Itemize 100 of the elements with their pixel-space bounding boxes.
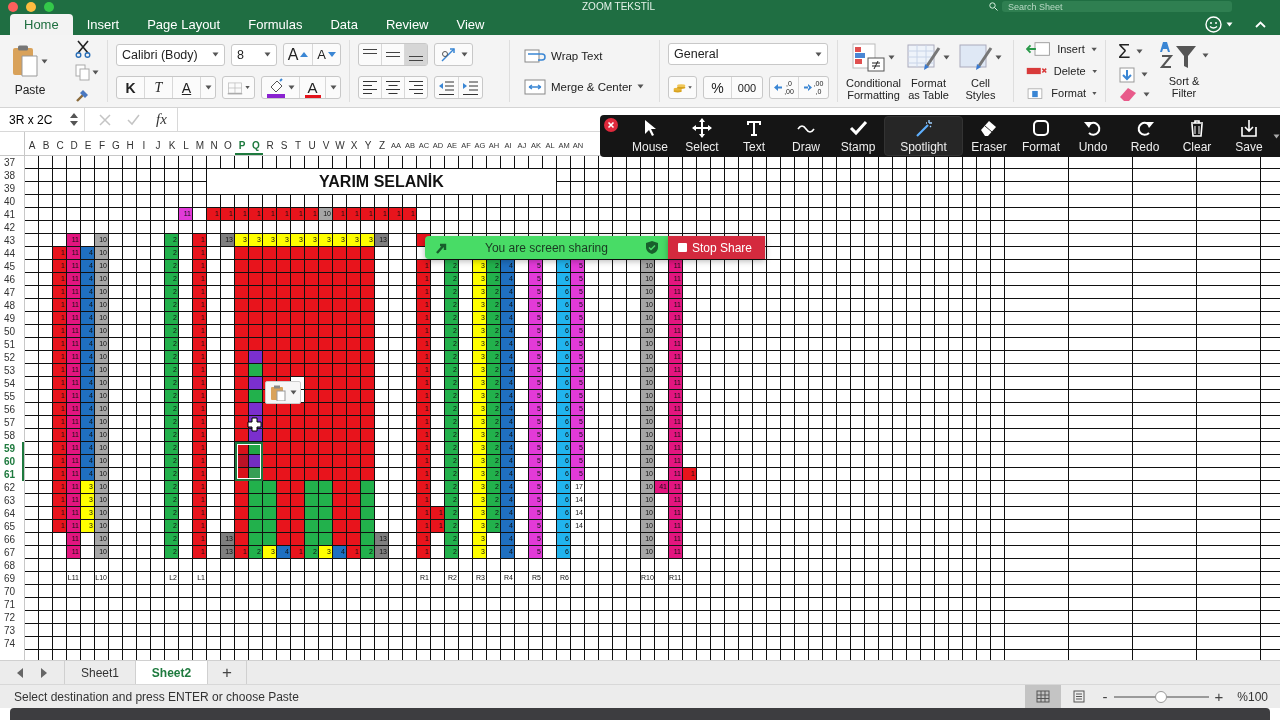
clear-button[interactable] xyxy=(1118,86,1150,102)
row-header[interactable]: 56 xyxy=(0,403,24,416)
scissors-icon[interactable] xyxy=(75,39,91,58)
column-header[interactable]: J xyxy=(151,139,165,153)
previous-sheet-icon[interactable] xyxy=(16,667,24,678)
styles-button[interactable]: Conditional Formatting xyxy=(846,42,902,101)
increase-font-button[interactable]: A xyxy=(283,44,314,65)
zoom-out-button[interactable]: - xyxy=(1096,688,1114,705)
name-box[interactable]: 3R x 2C xyxy=(0,108,85,131)
paste-options-button[interactable] xyxy=(265,381,301,404)
row-header[interactable]: 37 xyxy=(0,156,24,169)
column-header[interactable]: T xyxy=(291,139,305,153)
column-header[interactable]: I xyxy=(137,139,151,153)
annotation-tool-button[interactable]: Clear xyxy=(1171,116,1223,156)
row-header[interactable]: 49 xyxy=(0,312,24,325)
ribbon-tab[interactable]: Home xyxy=(10,14,73,35)
row-header[interactable]: 53 xyxy=(0,364,24,377)
row-header[interactable]: 42 xyxy=(0,221,24,234)
slider-thumb[interactable] xyxy=(1155,690,1168,703)
column-header[interactable]: R xyxy=(263,139,277,153)
ribbon-tab[interactable]: Review xyxy=(371,14,443,35)
number-format-field[interactable]: General xyxy=(668,43,828,65)
row-header[interactable]: 59 xyxy=(0,442,24,455)
column-header[interactable]: P xyxy=(235,139,249,153)
selection-border[interactable] xyxy=(235,442,263,481)
row-header[interactable]: 71 xyxy=(0,598,24,611)
row-header[interactable]: 41 xyxy=(0,208,24,221)
cells-button[interactable]: Format xyxy=(1026,84,1097,102)
stop-share-button[interactable]: Stop Share xyxy=(668,236,765,259)
row-header[interactable]: 62 xyxy=(0,481,24,494)
row-header[interactable]: 73 xyxy=(0,624,24,637)
italic-button[interactable]: T xyxy=(145,77,173,98)
cells-button[interactable]: Insert xyxy=(1026,40,1097,58)
annotation-tool-button[interactable]: Undo xyxy=(1067,116,1119,156)
font-name-field[interactable]: Calibri (Body) xyxy=(116,43,225,66)
bold-button[interactable]: K xyxy=(117,77,145,98)
row-header[interactable]: 54 xyxy=(0,377,24,390)
decrease-font-button[interactable]: A xyxy=(313,44,340,65)
row-header[interactable]: 48 xyxy=(0,299,24,312)
styles-button[interactable]: Cell Styles xyxy=(956,42,1005,101)
row-header[interactable]: 50 xyxy=(0,325,24,338)
smiley-icon[interactable] xyxy=(1205,15,1222,33)
search-field[interactable]: Search Sheet xyxy=(1002,1,1232,12)
ribbon-tab[interactable]: Insert xyxy=(72,14,134,35)
ribbon-tab[interactable]: View xyxy=(442,14,499,35)
sort-filter-button[interactable]: Sort & Filter xyxy=(1156,40,1212,102)
column-header[interactable]: Q xyxy=(249,139,263,153)
paste-button[interactable]: Paste xyxy=(12,45,48,97)
annotation-tool-button[interactable]: Eraser xyxy=(963,116,1015,156)
row-header[interactable]: 51 xyxy=(0,338,24,351)
column-header[interactable]: W xyxy=(333,139,347,153)
font-size-field[interactable]: 8 xyxy=(231,43,277,66)
row-header[interactable]: 72 xyxy=(0,611,24,624)
row-header[interactable]: 45 xyxy=(0,260,24,273)
insert-function-button[interactable]: fx xyxy=(156,111,167,128)
row-header[interactable]: 44 xyxy=(0,247,24,260)
row-header[interactable]: 70 xyxy=(0,585,24,598)
row-header[interactable]: 61 xyxy=(0,468,24,481)
column-header[interactable]: V xyxy=(319,139,333,153)
column-header[interactable]: K xyxy=(165,139,179,153)
underline-button[interactable]: A xyxy=(173,77,201,98)
row-header[interactable]: 38 xyxy=(0,169,24,182)
row-header[interactable]: 55 xyxy=(0,390,24,403)
annotation-tool-button[interactable]: Text xyxy=(728,116,780,156)
row-header[interactable]: 40 xyxy=(0,195,24,208)
cells-button[interactable]: Delete xyxy=(1026,62,1097,80)
column-header[interactable]: X xyxy=(347,139,361,153)
column-header[interactable]: Z xyxy=(375,139,389,153)
annotation-tool-button[interactable]: Format xyxy=(1015,116,1067,156)
column-header[interactable]: G xyxy=(109,139,123,153)
ribbon-tab[interactable]: Data xyxy=(316,14,372,35)
row-header[interactable]: 47 xyxy=(0,286,24,299)
chevron-up-icon[interactable] xyxy=(1255,20,1266,28)
close-icon[interactable] xyxy=(604,118,618,132)
row-header[interactable]: 65 xyxy=(0,520,24,533)
column-header[interactable]: A xyxy=(25,139,39,153)
row-header[interactable]: 46 xyxy=(0,273,24,286)
annotation-tool-button[interactable]: Draw xyxy=(780,116,832,156)
column-header[interactable]: N xyxy=(207,139,221,153)
view-button[interactable] xyxy=(1024,685,1061,708)
column-header[interactable]: S xyxy=(277,139,291,153)
column-header[interactable]: U xyxy=(305,139,319,153)
window-control-icon[interactable] xyxy=(26,1,36,12)
styles-button[interactable]: Format as Table xyxy=(904,42,953,101)
annotation-tool-button[interactable]: Redo xyxy=(1119,116,1171,156)
column-header[interactable]: L xyxy=(179,139,193,153)
annotation-tool-button[interactable]: Stamp xyxy=(832,116,884,156)
row-header[interactable]: 68 xyxy=(0,559,24,572)
annotation-tool-button[interactable]: Spotlight xyxy=(884,116,963,156)
annotation-tool-button[interactable]: Select xyxy=(676,116,728,156)
orientation-button[interactable] xyxy=(434,43,473,66)
autosum-button[interactable]: Σ xyxy=(1118,40,1150,63)
next-sheet-icon[interactable] xyxy=(40,667,48,678)
column-header[interactable]: E xyxy=(81,139,95,153)
thousands-button[interactable]: 000 xyxy=(732,77,762,98)
row-header[interactable]: 43 xyxy=(0,234,24,247)
annotation-tool-button[interactable]: Save xyxy=(1223,116,1275,156)
row-header[interactable]: 63 xyxy=(0,494,24,507)
column-header[interactable]: M xyxy=(193,139,207,153)
ribbon-tab[interactable]: Formulas xyxy=(234,14,317,35)
